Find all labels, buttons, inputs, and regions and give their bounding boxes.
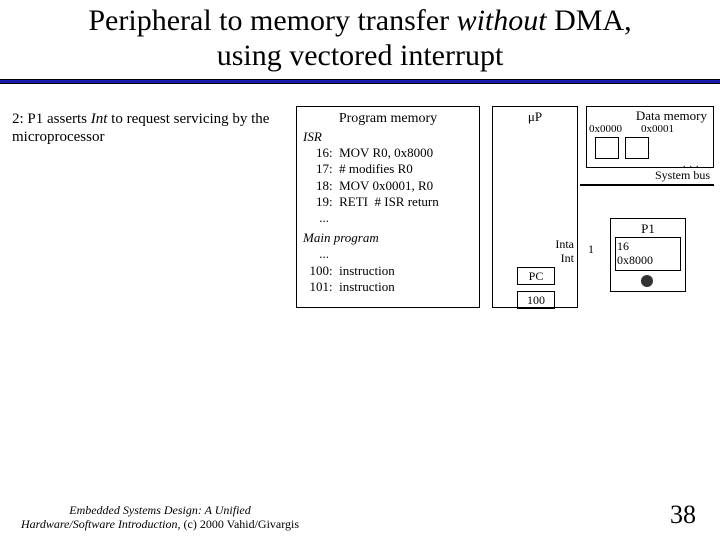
isr-line-19: 19: RETI # ISR return	[303, 194, 473, 210]
isr-line-18: 18: MOV 0x0001, R0	[303, 178, 473, 194]
microprocessor-label: μP	[493, 109, 577, 125]
title-line-2: using vectored interrupt	[217, 39, 504, 72]
isr-label: ISR	[303, 129, 473, 145]
footer-credit-line2a: Hardware/Software Introduction,	[21, 517, 181, 531]
title-without: without	[457, 4, 547, 37]
p1-title: P1	[611, 221, 685, 237]
program-memory-box: Program memory ISR 16: MOV R0, 0x8000 17…	[296, 106, 480, 308]
slide-footer: Embedded Systems Design: A Unified Hardw…	[0, 484, 720, 532]
isr-line-ell: ...	[303, 210, 473, 226]
main-program-label: Main program	[303, 230, 473, 246]
pc-box: PC	[517, 267, 555, 285]
footer-credit: Embedded Systems Design: A Unified Hardw…	[10, 504, 310, 532]
step-int-word: Int	[91, 111, 108, 127]
p1-sixteen: 16	[617, 239, 641, 254]
step-description: 2: P1 asserts Int to request servicing b…	[12, 110, 282, 146]
data-memory-addr-1: 0x0001	[641, 123, 674, 135]
isr-line-17: 17: # modifies R0	[303, 161, 473, 177]
inta-label: Inta	[555, 237, 574, 252]
isr-line-16: 16: MOV R0, 0x8000	[303, 145, 473, 161]
peripheral-p1-box: P1 16 0x8000	[610, 218, 686, 292]
data-memory-cell-0	[595, 137, 619, 159]
footer-credit-line2b: (c) 2000 Vahid/Givargis	[181, 517, 300, 531]
data-memory-title: Data memory	[636, 108, 707, 124]
step-prefix: 2: P1 asserts	[12, 111, 91, 127]
int-label: Int	[561, 251, 574, 266]
system-bus-line	[580, 184, 714, 186]
footer-credit-line1: Embedded Systems Design: A Unified	[69, 503, 251, 517]
p1-status-dot-icon	[641, 275, 653, 287]
data-memory-cell-1	[625, 137, 649, 159]
data-memory-addr-0: 0x0000	[589, 123, 622, 135]
program-memory-title: Program memory	[303, 111, 473, 127]
title-part-1b: DMA,	[547, 4, 632, 37]
system-bus: System bus	[586, 174, 714, 196]
slide-title: Peripheral to memory transfer without DM…	[0, 0, 720, 79]
system-bus-label: System bus	[653, 168, 712, 183]
title-part-1: Peripheral to memory transfer	[88, 4, 456, 37]
microprocessor-box: μP Inta Int PC 100	[492, 106, 578, 308]
content-area: 2: P1 asserts Int to request servicing b…	[0, 84, 720, 444]
page-number: 38	[670, 500, 696, 530]
main-line-100: 100: instruction	[303, 263, 473, 279]
main-line-101: 101: instruction	[303, 279, 473, 295]
data-memory-box: Data memory 0x0000 0x0001 ...	[586, 106, 714, 168]
p1-address: 0x8000	[617, 253, 653, 268]
int-signal-value: 1	[588, 242, 594, 257]
pc-value-box: 100	[517, 291, 555, 309]
main-line-ell: ...	[303, 246, 473, 262]
